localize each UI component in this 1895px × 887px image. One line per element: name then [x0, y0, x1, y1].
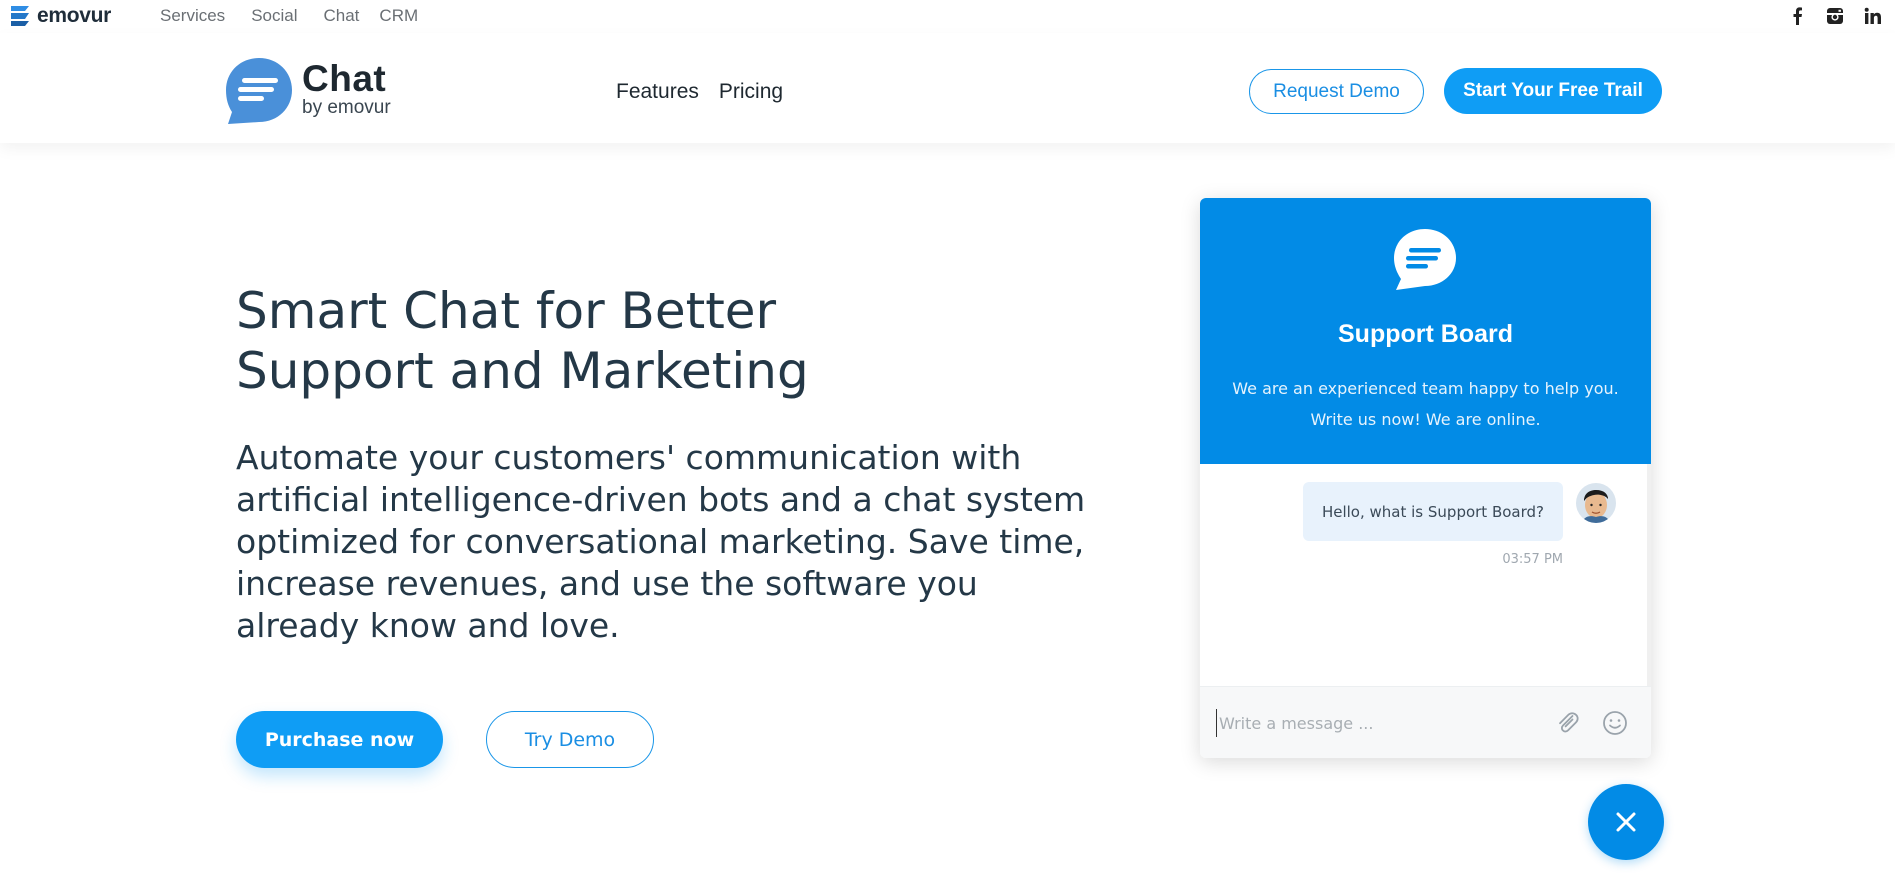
chat-description: We are an experienced team happy to help…	[1200, 373, 1651, 435]
request-demo-button[interactable]: Request Demo	[1249, 69, 1424, 114]
emovur-logo[interactable]: emovur	[8, 3, 111, 29]
emoji-icon[interactable]	[1601, 709, 1629, 737]
close-icon	[1616, 812, 1636, 832]
paperclip-icon[interactable]	[1554, 709, 1582, 737]
top-nav-crm[interactable]: CRM	[379, 6, 418, 26]
top-nav: Services Social Chat CRM	[160, 6, 444, 26]
social-links	[1787, 6, 1883, 26]
chat-description-line-2: Write us now! We are online.	[1310, 410, 1541, 429]
emovur-logo-icon	[11, 6, 29, 26]
main-header: Chat by emovur Features Pricing Request …	[0, 33, 1895, 143]
hero-description: Automate your customers' communication w…	[236, 438, 1086, 645]
emovur-logo-text: emovur	[37, 4, 112, 27]
main-nav: Features Pricing	[616, 80, 783, 104]
purchase-now-button[interactable]: Purchase now	[236, 711, 443, 768]
top-nav-social[interactable]: Social	[251, 6, 297, 26]
chat-description-line-1: We are an experienced team happy to help…	[1232, 379, 1619, 398]
hero-title-line-2: Support and Marketing	[236, 342, 809, 400]
top-nav-chat[interactable]: Chat	[324, 6, 360, 26]
chat-bubble-icon	[1394, 229, 1456, 290]
facebook-icon[interactable]	[1787, 6, 1807, 26]
chat-message: Hello, what is Support Board?	[1303, 482, 1563, 541]
brand-subtitle: by emovur	[302, 97, 391, 118]
message-timestamp: 03:57 PM	[1502, 552, 1563, 567]
message-input[interactable]	[1216, 709, 1536, 737]
chat-header: Support Board We are an experienced team…	[1200, 198, 1651, 464]
free-trial-button[interactable]: Start Your Free Trail	[1444, 68, 1662, 114]
chat-input-bar	[1200, 686, 1651, 758]
hero-title-line-1: Smart Chat for Better	[236, 282, 777, 340]
instagram-icon[interactable]	[1825, 6, 1845, 26]
chat-title: Support Board	[1338, 320, 1513, 348]
top-bar: emovur Services Social Chat CRM	[0, 0, 1895, 33]
top-nav-services[interactable]: Services	[160, 6, 225, 26]
close-chat-button[interactable]	[1588, 784, 1664, 860]
avatar	[1576, 483, 1616, 523]
chat-brand-logo[interactable]: Chat by emovur	[224, 56, 391, 126]
chat-messages: Hello, what is Support Board? 03:57 PM	[1200, 464, 1651, 686]
hero-title: Smart Chat for Better Support and Market…	[236, 281, 936, 401]
linkedin-icon[interactable]	[1863, 6, 1883, 26]
nav-pricing[interactable]: Pricing	[719, 80, 783, 104]
try-demo-button[interactable]: Try Demo	[486, 711, 654, 768]
chat-widget: Support Board We are an experienced team…	[1200, 198, 1651, 758]
brand-title: Chat	[302, 58, 387, 99]
nav-features[interactable]: Features	[616, 80, 699, 104]
brand-text: Chat by emovur	[302, 60, 391, 118]
chat-bubble-icon	[226, 58, 292, 124]
